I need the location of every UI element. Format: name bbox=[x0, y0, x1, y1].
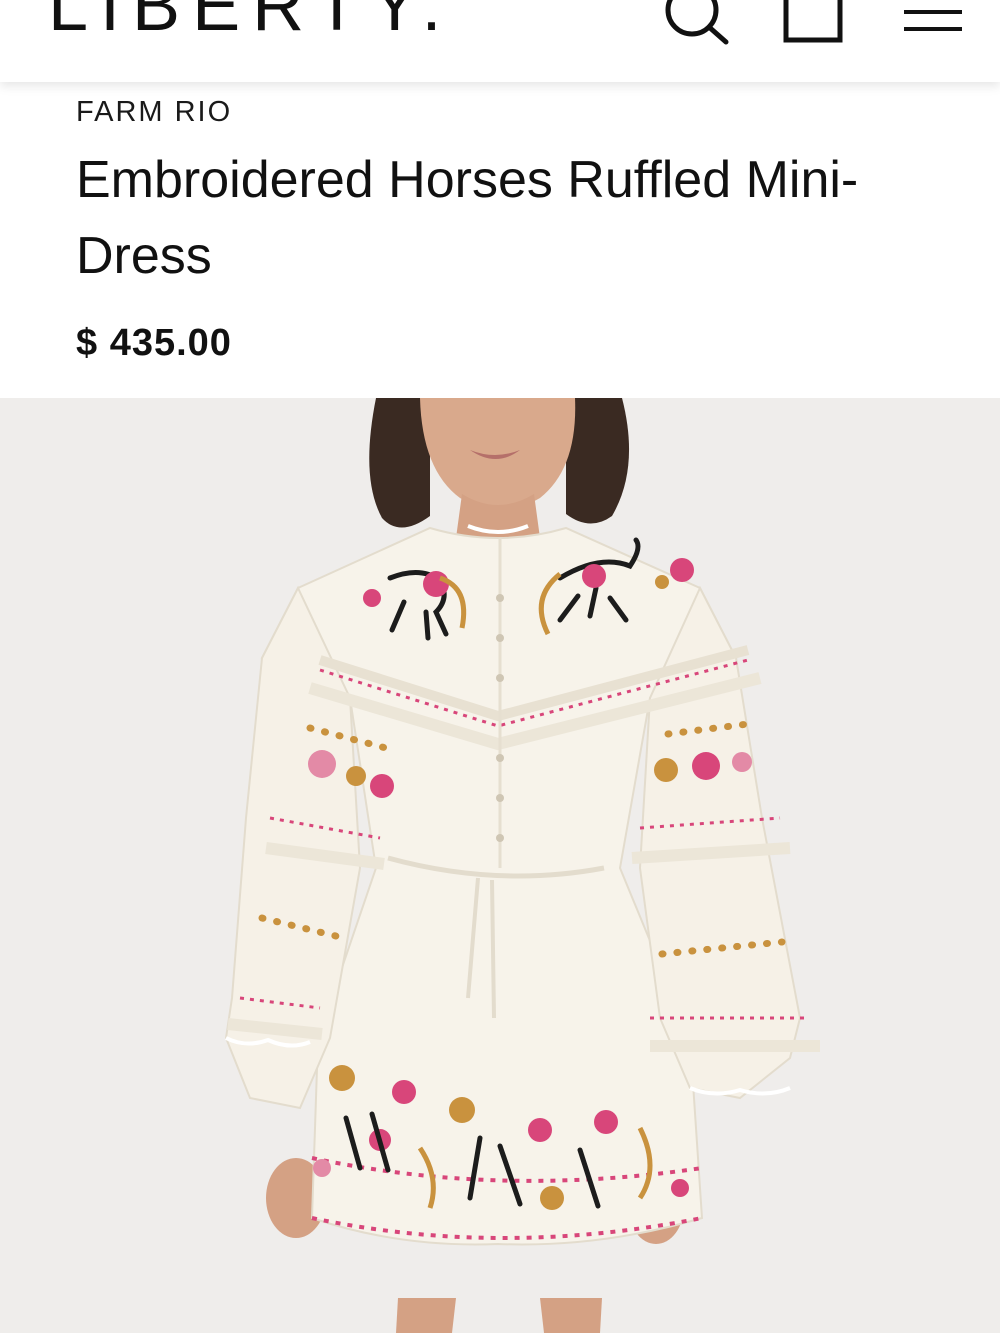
product-title: Embroidered Horses Ruffled Mini-Dress bbox=[76, 151, 859, 285]
product-page: LIBERTY. FARM RIO Embroidered Horses Ruf… bbox=[0, 0, 1000, 1333]
liberty-logo[interactable]: LIBERTY. bbox=[48, 0, 454, 42]
product-brand[interactable]: FARM RIO bbox=[76, 96, 232, 129]
site-header: LIBERTY. bbox=[0, 0, 1000, 82]
search-icon[interactable] bbox=[656, 0, 732, 50]
product-price: $ 435.00 bbox=[76, 322, 232, 364]
shopping-bag-icon[interactable] bbox=[776, 0, 848, 50]
product-image[interactable] bbox=[0, 398, 1000, 1333]
menu-icon[interactable] bbox=[896, 0, 968, 50]
